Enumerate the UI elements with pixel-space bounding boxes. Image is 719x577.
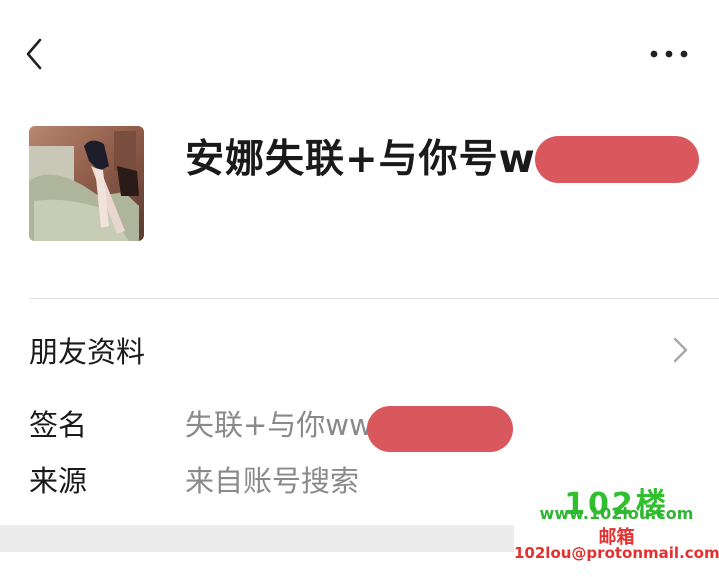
divider bbox=[29, 298, 719, 299]
back-button[interactable] bbox=[18, 34, 58, 74]
source-label: 来源 bbox=[29, 464, 88, 498]
chevron-right-icon bbox=[673, 337, 688, 363]
avatar[interactable] bbox=[29, 126, 144, 241]
redaction-mark bbox=[367, 406, 513, 452]
redaction-mark bbox=[535, 136, 699, 183]
more-options-button[interactable] bbox=[644, 40, 694, 68]
more-dots-icon bbox=[650, 50, 688, 58]
signature-label: 签名 bbox=[29, 408, 88, 442]
friend-info-title[interactable]: 朋友资料 bbox=[29, 329, 145, 371]
source-value: 来自账号搜索 bbox=[185, 464, 360, 498]
friend-info-button[interactable] bbox=[666, 334, 694, 366]
signature-value: 失联+与你ww bbox=[185, 408, 373, 442]
avatar-photo bbox=[29, 126, 144, 241]
watermark-site: www.102lou.com bbox=[539, 504, 694, 523]
profile-name: 安娜失联+与你号w bbox=[185, 137, 536, 182]
chevron-left-icon bbox=[26, 38, 42, 70]
watermark: 102楼 www.102lou.com 邮箱 102lou@protonmail… bbox=[514, 478, 719, 577]
watermark-email: 102lou@protonmail.com bbox=[514, 544, 719, 562]
